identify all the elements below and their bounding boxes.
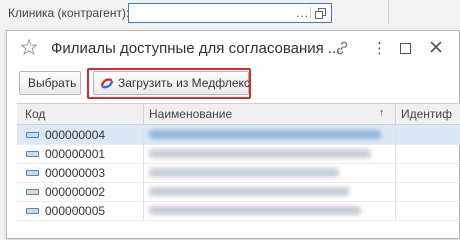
- redacted-name: [149, 187, 349, 196]
- table-row[interactable]: 000000002: [17, 182, 460, 202]
- copy-icon[interactable]: [315, 8, 326, 19]
- table-header: Код Наименование ↑ Идентиф: [17, 104, 460, 125]
- row-marker-icon: [26, 189, 39, 195]
- column-divider[interactable]: [143, 104, 144, 124]
- table-row[interactable]: 000000004: [17, 125, 460, 145]
- field-separator: [310, 7, 311, 19]
- table-row[interactable]: 000000005: [17, 201, 460, 221]
- row-code: 000000001: [45, 147, 106, 161]
- column-header-name[interactable]: Наименование: [149, 107, 232, 121]
- row-marker-icon: [26, 132, 39, 138]
- dialog-title: Филиалы доступные для согласования ...: [51, 40, 341, 57]
- select-button[interactable]: Выбрать: [19, 71, 81, 95]
- dialog-titlebar: Филиалы доступные для согласования ... ⋮: [7, 31, 459, 65]
- cell-divider: [395, 163, 396, 182]
- cell-divider: [395, 182, 396, 201]
- column-divider[interactable]: [395, 104, 396, 124]
- row-marker-icon: [26, 208, 39, 214]
- divider: [388, 0, 389, 24]
- highlight-frame: [87, 68, 251, 99]
- cell-divider: [395, 201, 396, 220]
- row-code: 000000005: [45, 204, 106, 218]
- close-icon[interactable]: [429, 40, 443, 54]
- cell-divider: [143, 201, 144, 220]
- table-row[interactable]: 000000001: [17, 144, 460, 164]
- row-code: 000000002: [45, 185, 106, 199]
- select-ellipsis-button[interactable]: ...: [296, 6, 309, 20]
- branches-table: Код Наименование ↑ Идентиф 000000004 000…: [17, 103, 460, 239]
- row-marker-icon: [26, 170, 39, 176]
- row-marker-icon: [26, 151, 39, 157]
- table-row[interactable]: 000000003: [17, 163, 460, 183]
- cell-divider: [395, 144, 396, 163]
- redacted-name: [149, 206, 361, 215]
- redacted-name: [149, 168, 339, 177]
- cell-divider: [143, 144, 144, 163]
- row-code: 000000003: [45, 166, 106, 180]
- maximize-icon[interactable]: [400, 43, 411, 54]
- link-icon[interactable]: [334, 40, 350, 56]
- parent-form-right-area: [340, 0, 460, 28]
- sort-ascending-icon: ↑: [379, 107, 385, 119]
- cell-divider: [395, 125, 396, 144]
- cell-divider: [143, 163, 144, 182]
- clinic-field[interactable]: ...: [128, 3, 332, 23]
- row-code: 000000004: [45, 128, 106, 142]
- branches-dialog: Филиалы доступные для согласования ... ⋮…: [6, 30, 460, 239]
- column-header-identifier[interactable]: Идентиф: [401, 107, 452, 121]
- column-header-code[interactable]: Код: [25, 107, 45, 121]
- redacted-name: [149, 130, 381, 139]
- redacted-name: [149, 149, 371, 158]
- cell-divider: [143, 125, 144, 144]
- clinic-field-label: Клиника (контрагент):: [8, 6, 130, 20]
- cell-divider: [143, 182, 144, 201]
- star-icon[interactable]: [21, 39, 37, 55]
- more-vertical-icon[interactable]: ⋮: [372, 39, 387, 57]
